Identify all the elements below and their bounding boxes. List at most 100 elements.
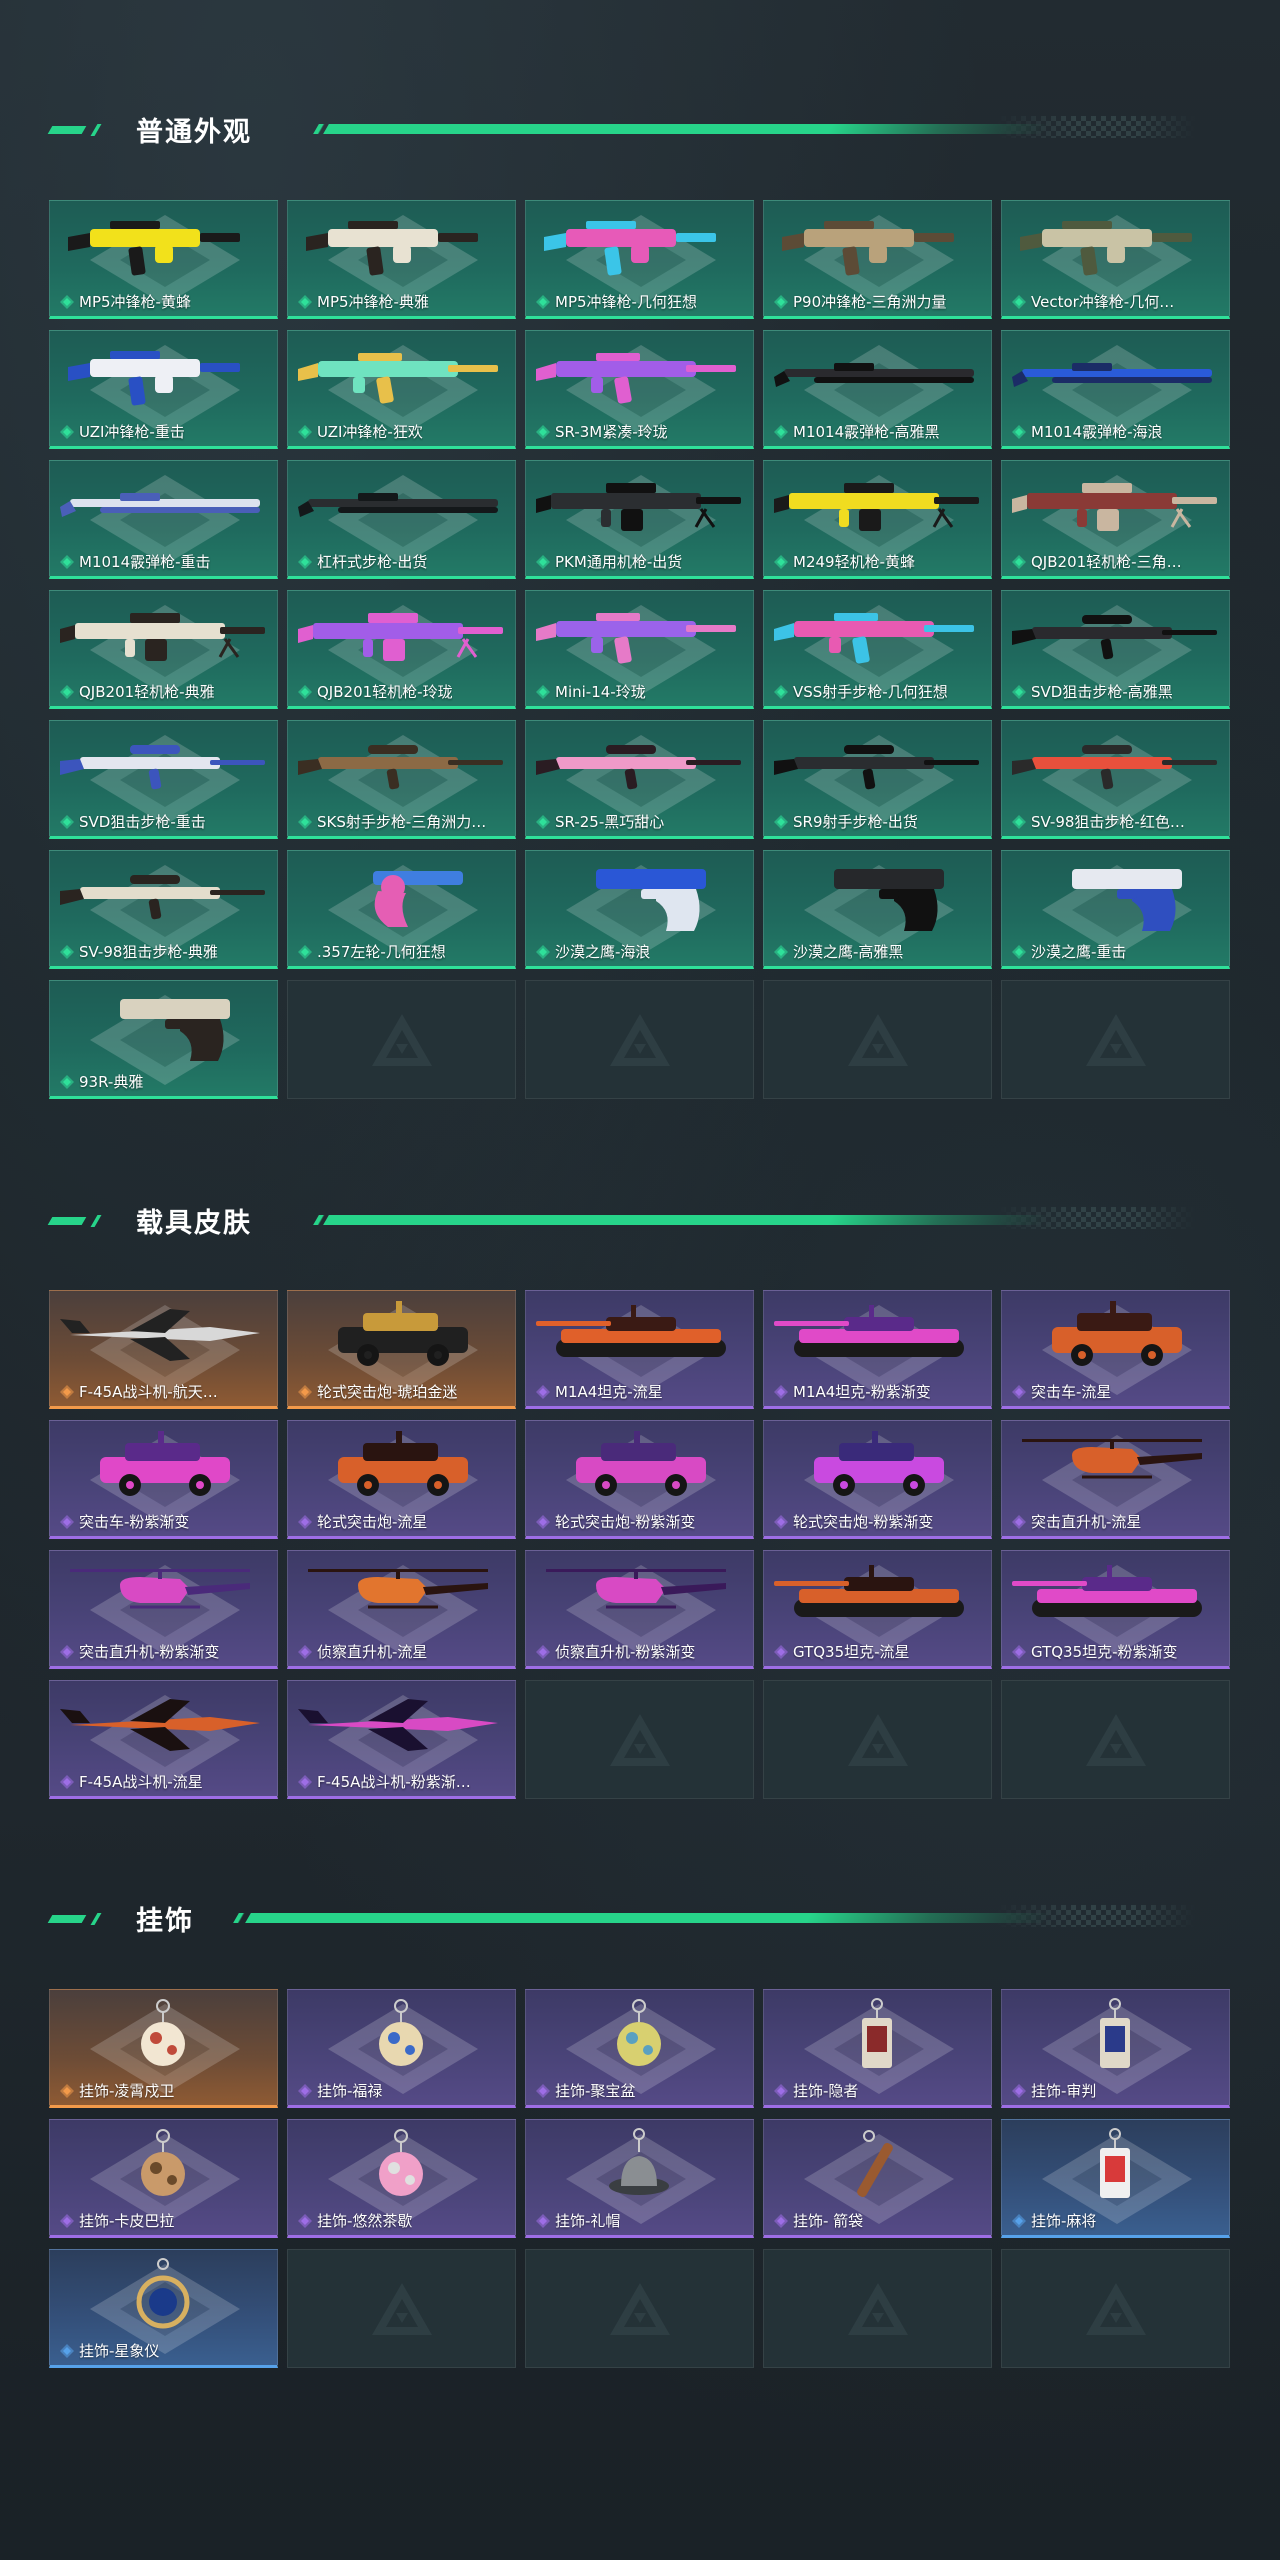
item-card[interactable]: 挂饰-聚宝盆 (525, 1989, 754, 2108)
item-card[interactable]: 挂饰-福禄 (287, 1989, 516, 2108)
placeholder-logo-icon (371, 1013, 432, 1066)
item-grid: MP5冲锋枪-黄蜂 MP5冲锋枪-典雅 MP5冲锋枪-几何狂想 P90冲锋枪-三… (49, 200, 1230, 1099)
rarity-diamond-icon (298, 2213, 312, 2228)
charm-icon (141, 1999, 185, 2066)
header-accent (47, 1217, 87, 1225)
rarity-diamond-icon (536, 424, 550, 439)
item-card[interactable]: 挂饰-悠然茶歇 (287, 2119, 516, 2238)
item-card[interactable]: 突击直升机-流星 (1001, 1420, 1230, 1539)
item-card[interactable]: 挂饰-卡皮巴拉 (49, 2119, 278, 2238)
item-card[interactable]: 轮式突击炮-粉紫渐变 (763, 1420, 992, 1539)
item-card[interactable]: 轮式突击炮-流星 (287, 1420, 516, 1539)
empty-slot (1001, 1680, 1230, 1799)
section-header: 载具皮肤 (47, 1199, 1198, 1239)
item-grid: F-45A战斗机-航天… 轮式突击炮-琥珀金迷 M1A4坦克-流星 M1A4坦克… (49, 1290, 1230, 1799)
rarity-diamond-icon (536, 554, 550, 569)
rarity-diamond-icon (536, 944, 550, 959)
item-card[interactable]: QJB201轻机枪-玲珑 (287, 590, 516, 709)
item-card[interactable]: QJB201轻机枪-三角… (1001, 460, 1230, 579)
item-name: 轮式突击炮-流星 (317, 1513, 428, 1531)
item-name: GTQ35坦克-流星 (793, 1643, 910, 1661)
tank-icon (1012, 1565, 1202, 1617)
item-label: 突击直升机-粉紫渐变 (60, 1641, 271, 1662)
item-card[interactable]: M1A4坦克-粉紫渐变 (763, 1290, 992, 1409)
item-name: Vector冲锋枪-几何… (1031, 293, 1175, 311)
item-card[interactable]: MP5冲锋枪-典雅 (287, 200, 516, 319)
card-charm-icon (862, 1998, 892, 2068)
item-card[interactable]: Mini-14-玲珑 (525, 590, 754, 709)
item-card[interactable]: 杠杆式步枪-出货 (287, 460, 516, 579)
card-charm-icon (1100, 1998, 1130, 2068)
item-card[interactable]: 轮式突击炮-粉紫渐变 (525, 1420, 754, 1539)
item-card[interactable]: 挂饰-星象仪 (49, 2249, 278, 2368)
item-card[interactable]: QJB201轻机枪-典雅 (49, 590, 278, 709)
item-label: M1014霰弹枪-重击 (60, 551, 271, 572)
item-card[interactable]: F-45A战斗机-航天… (49, 1290, 278, 1409)
rarity-diamond-icon (774, 944, 788, 959)
item-card[interactable]: M1A4坦克-流星 (525, 1290, 754, 1409)
sniper-rifle-icon (1012, 615, 1217, 660)
item-card[interactable]: SR9射手步枪-出货 (763, 720, 992, 839)
item-card[interactable]: 挂饰-麻将 (1001, 2119, 1230, 2238)
item-card[interactable]: M1014霰弹枪-高雅黑 (763, 330, 992, 449)
empty-slot (1001, 980, 1230, 1099)
item-card[interactable]: PKM通用机枪-出货 (525, 460, 754, 579)
item-label: QJB201轻机枪-玲珑 (298, 681, 509, 702)
item-card[interactable]: 侦察直升机-粉紫渐变 (525, 1550, 754, 1669)
item-card[interactable]: 突击车-流星 (1001, 1290, 1230, 1409)
item-card[interactable]: UZI冲锋枪-重击 (49, 330, 278, 449)
item-card[interactable]: SKS射手步枪-三角洲力… (287, 720, 516, 839)
item-card[interactable]: SVD狙击步枪-重击 (49, 720, 278, 839)
item-card[interactable]: .357左轮-几何狂想 (287, 850, 516, 969)
item-label: M1A4坦克-流星 (536, 1381, 747, 1402)
item-card[interactable]: 挂饰-凌霄戍卫 (49, 1989, 278, 2108)
armored-car-icon (814, 1431, 944, 1496)
item-card[interactable]: 突击直升机-粉紫渐变 (49, 1550, 278, 1669)
item-name: 挂饰-礼帽 (555, 2212, 621, 2230)
item-card[interactable]: SV-98狙击步枪-红色… (1001, 720, 1230, 839)
item-card[interactable]: F-45A战斗机-粉紫渐… (287, 1680, 516, 1799)
item-card[interactable]: GTQ35坦克-流星 (763, 1550, 992, 1669)
item-card[interactable]: 挂饰-隐者 (763, 1989, 992, 2108)
item-card[interactable]: UZI冲锋枪-狂欢 (287, 330, 516, 449)
item-label: 挂饰- 箭袋 (774, 2210, 985, 2231)
item-label: 挂饰-审判 (1012, 2080, 1223, 2101)
item-card[interactable]: F-45A战斗机-流星 (49, 1680, 278, 1799)
revolver-icon (373, 871, 463, 927)
item-card[interactable]: SR-3M紧凑-玲珑 (525, 330, 754, 449)
item-name: F-45A战斗机-流星 (79, 1773, 203, 1791)
item-card[interactable]: 挂饰-礼帽 (525, 2119, 754, 2238)
item-card[interactable]: 沙漠之鹰-重击 (1001, 850, 1230, 969)
item-card[interactable]: GTQ35坦克-粉紫渐变 (1001, 1550, 1230, 1669)
item-card[interactable]: 沙漠之鹰-高雅黑 (763, 850, 992, 969)
item-card[interactable]: 挂饰- 箭袋 (763, 2119, 992, 2238)
pistol-icon (1072, 869, 1182, 931)
item-card[interactable]: MP5冲锋枪-黄蜂 (49, 200, 278, 319)
rarity-diamond-icon (536, 2213, 550, 2228)
sniper-rifle-icon (774, 745, 979, 790)
item-card[interactable]: SV-98狙击步枪-典雅 (49, 850, 278, 969)
item-card[interactable]: 突击车-粉紫渐变 (49, 1420, 278, 1539)
item-card[interactable]: 轮式突击炮-琥珀金迷 (287, 1290, 516, 1409)
item-card[interactable]: VSS射手步枪-几何狂想 (763, 590, 992, 709)
item-label: M249轻机枪-黄蜂 (774, 551, 985, 572)
rarity-diamond-icon (1012, 424, 1026, 439)
item-name: 突击车-流星 (1031, 1383, 1112, 1401)
helicopter-icon (546, 1569, 726, 1609)
item-card[interactable]: SVD狙击步枪-高雅黑 (1001, 590, 1230, 709)
item-card[interactable]: 沙漠之鹰-海浪 (525, 850, 754, 969)
item-card[interactable]: 侦察直升机-流星 (287, 1550, 516, 1669)
item-card[interactable]: Vector冲锋枪-几何… (1001, 200, 1230, 319)
item-card[interactable]: SR-25-黑巧甜心 (525, 720, 754, 839)
item-card[interactable]: M1014霰弹枪-重击 (49, 460, 278, 579)
rarity-diamond-icon (774, 554, 788, 569)
item-card[interactable]: M249轻机枪-黄蜂 (763, 460, 992, 579)
empty-slot (287, 2249, 516, 2368)
item-card[interactable]: 93R-典雅 (49, 980, 278, 1099)
item-card[interactable]: 挂饰-审判 (1001, 1989, 1230, 2108)
item-card[interactable]: MP5冲锋枪-几何狂想 (525, 200, 754, 319)
item-card[interactable]: M1014霰弹枪-海浪 (1001, 330, 1230, 449)
item-name: 挂饰-隐者 (793, 2082, 859, 2100)
pistol-icon (596, 869, 706, 931)
item-card[interactable]: P90冲锋枪-三角洲力量 (763, 200, 992, 319)
